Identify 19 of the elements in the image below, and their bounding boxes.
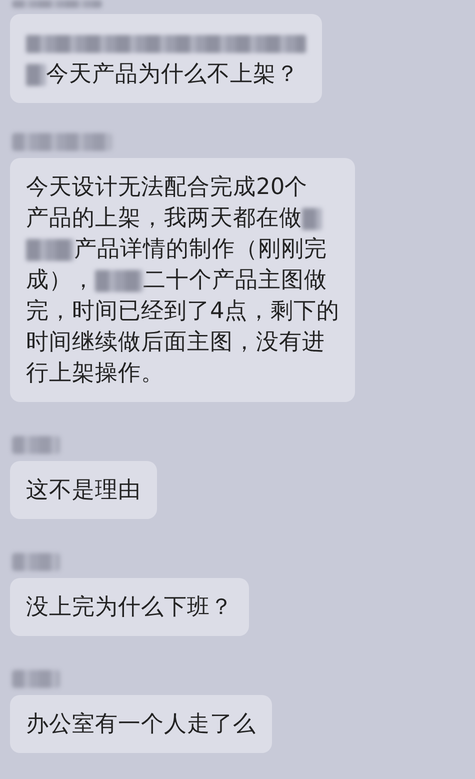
redaction-blur — [12, 553, 60, 571]
redaction-blur — [26, 64, 46, 86]
message-text: 成）， — [26, 266, 95, 295]
message-text: 办公室有一个人走了么 — [26, 710, 256, 739]
redaction-blur — [12, 436, 60, 454]
message-text: 没上完为什么下班？ — [26, 593, 233, 622]
message-text: 产品的上架，我两天都在做 — [26, 204, 302, 233]
redaction-blur — [302, 208, 322, 230]
message-text: 完，时间已经到了4点，剩下的 — [26, 297, 340, 326]
redaction-blur — [26, 238, 74, 260]
redaction-blur — [12, 670, 60, 688]
message-text: 行上架操作。 — [26, 359, 164, 388]
message-text: 这不是理由 — [26, 476, 141, 505]
message-text: 今天设计无法配合完成20个 — [26, 173, 308, 202]
message-text: 产品详情的制作（刚刚完 — [74, 235, 327, 264]
message-text: 时间继续做后面主图，没有进 — [26, 328, 325, 357]
redaction-blur — [95, 270, 143, 292]
message-text: 今天产品为什么不上架？ — [46, 60, 299, 89]
message-text: 二十个产品主图做 — [143, 266, 327, 295]
